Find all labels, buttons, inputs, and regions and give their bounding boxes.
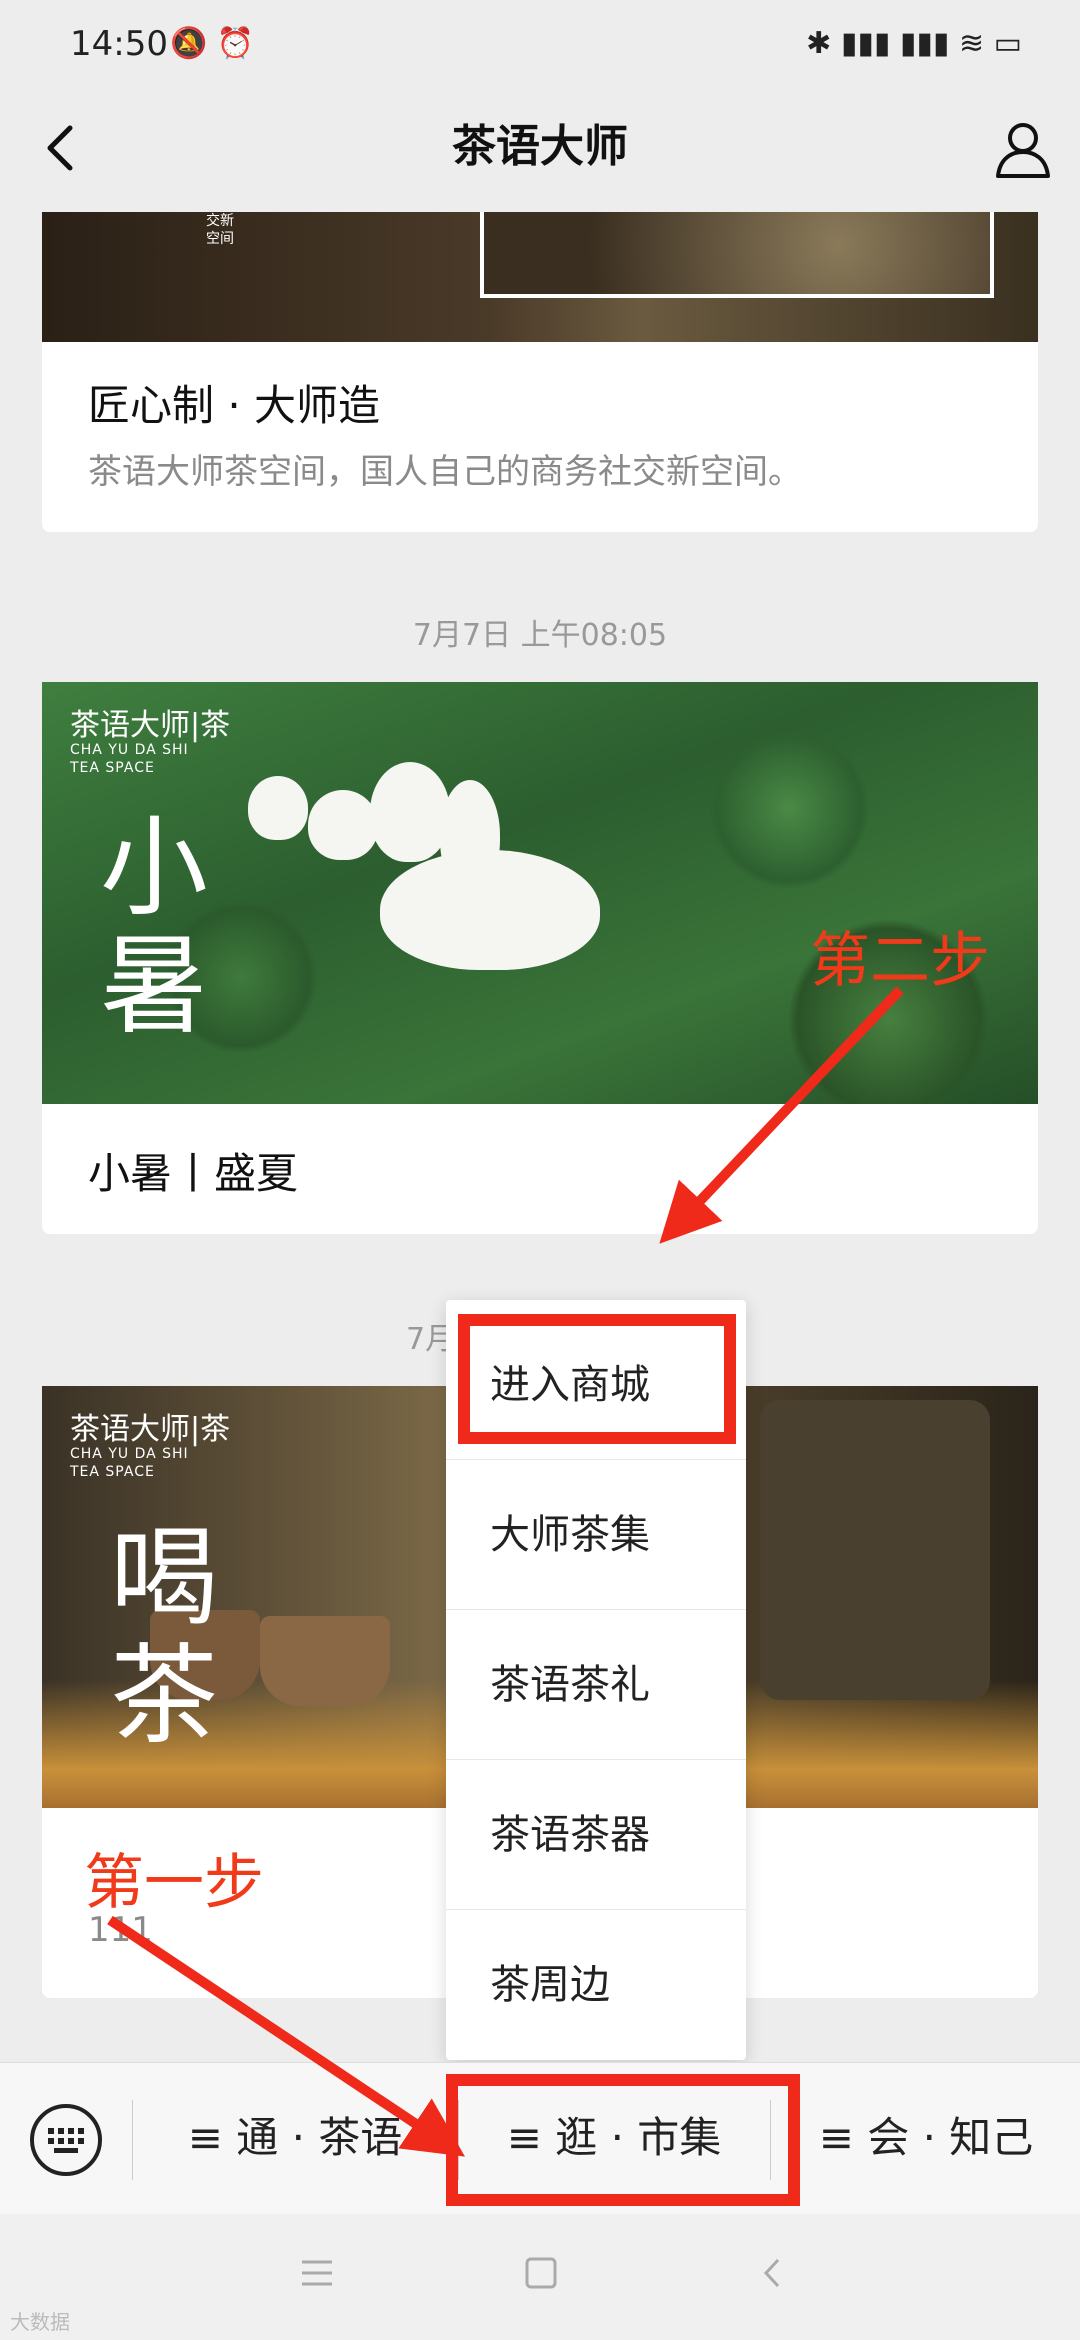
- tea-grinder-shape: [760, 1400, 990, 1700]
- menu-item-tea-gift[interactable]: 茶语茶礼: [446, 1610, 746, 1760]
- cover-big-text: 喝: [110, 1516, 219, 1641]
- brand-en-text-2: TEA SPACE: [70, 760, 155, 776]
- brand-en-text: CHA YU DA SHI: [70, 742, 189, 758]
- menu-item-tea-ware[interactable]: 茶语茶器: [446, 1760, 746, 1910]
- home-icon[interactable]: [524, 2256, 558, 2290]
- article-subtitle: 茶语大师茶空间，国人自己的商务社交新空间。: [88, 452, 802, 492]
- menu-item-master-tea[interactable]: 大师茶集: [446, 1460, 746, 1610]
- article-card[interactable]: [42, 342, 1038, 532]
- brand-en-text-2: TEA SPACE: [70, 1464, 155, 1480]
- menu-divider: [132, 2100, 133, 2180]
- goose-shape: [440, 780, 500, 890]
- back-icon[interactable]: [756, 2256, 790, 2290]
- cover-big-text: 小: [100, 806, 209, 931]
- back-arrow-icon[interactable]: [34, 120, 90, 176]
- page-title: 茶语大师: [452, 121, 628, 172]
- goose-shape: [370, 762, 450, 862]
- article-title: 小暑丨盛夏: [88, 1149, 299, 1198]
- step1-label: 第一步: [84, 1848, 264, 1918]
- keyboard-icon[interactable]: [30, 2104, 102, 2176]
- cover-big-text: 茶: [110, 1634, 219, 1759]
- menu-icon[interactable]: [300, 2256, 334, 2290]
- goose-shape: [308, 790, 378, 860]
- brand-logo-text: 茶语大师|茶: [70, 708, 231, 743]
- cover-big-text: 暑: [100, 924, 209, 1049]
- highlight-box-market: [446, 2074, 800, 2206]
- highlight-box-enter-mall: [458, 1314, 736, 1444]
- brand-en-text: CHA YU DA SHI: [70, 1446, 189, 1462]
- article-title: 匠心制 · 大师造: [88, 381, 381, 430]
- cover-caption: 交新空间: [206, 213, 234, 247]
- menu-item-tea-accessories[interactable]: 茶周边: [446, 1910, 746, 2060]
- profile-icon[interactable]: [992, 118, 1054, 180]
- message-timestamp: 7月7日 上午08:05: [412, 618, 668, 653]
- article-cover-inset-image: [480, 212, 994, 298]
- status-notification-icons: 🔕 ⏰: [170, 26, 255, 61]
- bottom-menu-tea-talk[interactable]: ≡ 通 · 茶语: [140, 2062, 450, 2214]
- step2-label: 第二步: [810, 926, 990, 996]
- bottom-menu-friends[interactable]: ≡ 会 · 知己: [776, 2062, 1076, 2214]
- brand-logo-text: 茶语大师|茶: [70, 1412, 231, 1447]
- watermark: 大数据: [10, 2310, 70, 2334]
- status-system-icons: ✱ ▮▮▮ ▮▮▮ ≋ ▭: [806, 26, 1022, 61]
- tea-cup-shape: [260, 1616, 390, 1706]
- status-time: 14:50: [70, 24, 168, 64]
- goose-shape: [248, 776, 308, 840]
